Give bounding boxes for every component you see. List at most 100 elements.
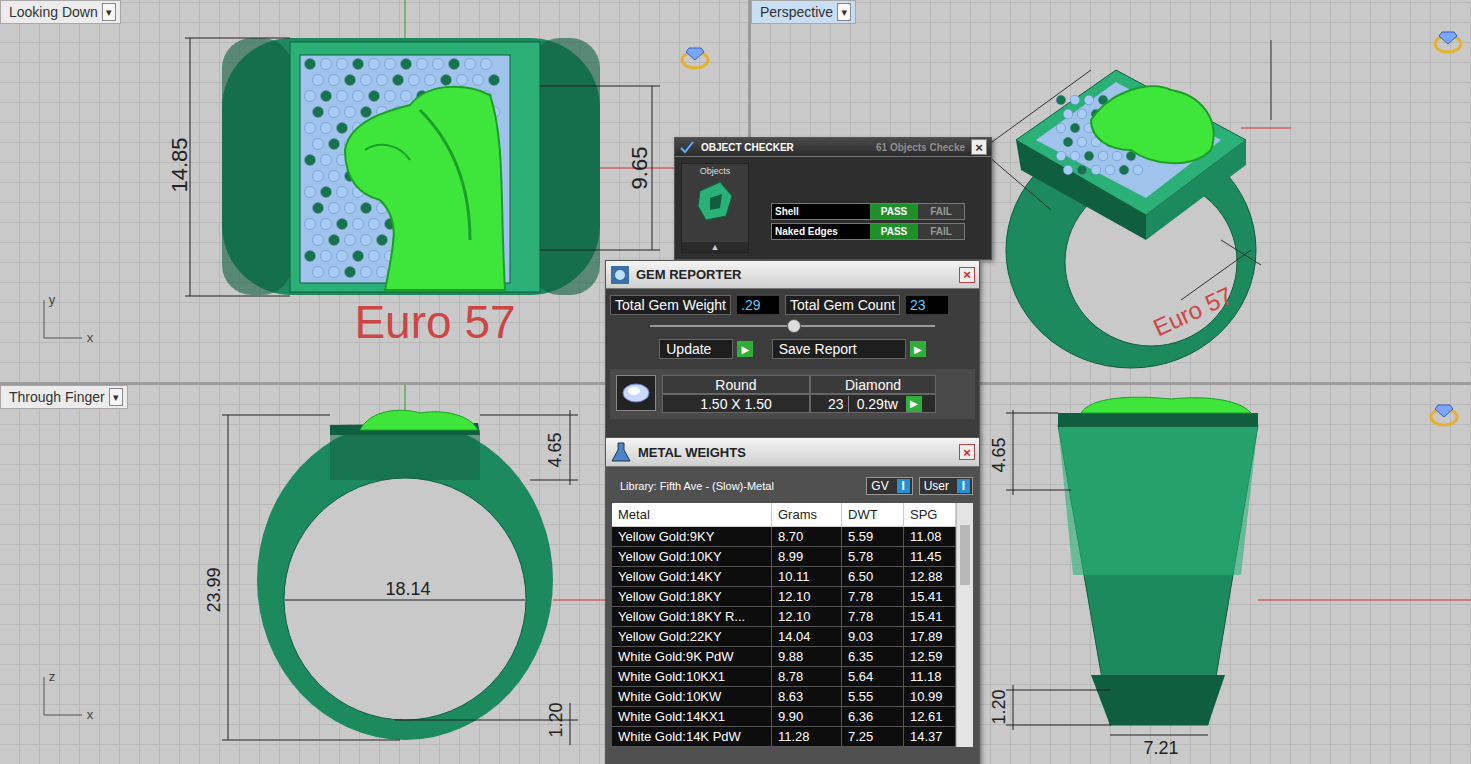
gem-shape: Round [662,375,810,394]
table-cell[interactable]: 6.35 [842,647,904,667]
total-weight-label: Total Gem Weight [610,295,731,315]
toggle-knob[interactable]: I [957,479,970,493]
dimension-label: 4.65 [990,437,1010,472]
table-cell[interactable]: 11.18 [904,667,956,687]
table-cell[interactable]: 7.25 [842,727,904,747]
column-header[interactable]: Metal [612,503,772,527]
close-button[interactable]: × [971,139,987,155]
table-cell[interactable]: White Gold:10KX1 [612,667,772,687]
table-cell[interactable]: Yellow Gold:10KY [612,547,772,567]
table-cell[interactable]: White Gold:14KX1 [612,707,772,727]
table-cell[interactable]: 15.41 [904,607,956,627]
table-cell[interactable]: White Gold:9K PdW [612,647,772,667]
table-cell[interactable]: 8.99 [772,547,842,567]
table-cell[interactable]: White Gold:14K PdW [612,727,772,747]
table-cell[interactable]: 14.04 [772,627,842,647]
toggle[interactable]: GVI [866,477,912,495]
objects-box[interactable]: Objects ▲ [681,163,749,253]
dropdown-arrow[interactable]: ▾ [102,3,116,21]
title-bar[interactable]: GEM REPORTER× [606,261,979,289]
column-header[interactable]: DWT [842,503,904,527]
table-cell[interactable]: Yellow Gold:14KY [612,567,772,587]
table-cell[interactable]: Yellow Gold:18KY [612,587,772,607]
table-cell[interactable]: Yellow Gold:9KY [612,527,772,547]
viewport-label[interactable]: Perspective▾ [751,0,856,24]
table-cell[interactable]: Yellow Gold:18KY R... [612,607,772,627]
save-report-button[interactable]: Save Report▶ [772,339,926,359]
fail-indicator: FAIL [918,204,964,219]
ring-view-icon[interactable] [1431,24,1465,58]
table-cell[interactable]: 12.61 [904,707,956,727]
panel-title: METAL WEIGHTS [638,445,953,460]
play-icon[interactable]: ▶ [737,341,753,357]
scroll-thumb[interactable] [960,525,970,585]
table-cell[interactable]: 11.45 [904,547,956,567]
metal-table: MetalGramsDWTSPGYellow Gold:9KY8.705.591… [612,503,973,747]
button-label: Save Report [772,339,906,359]
table-cell[interactable]: 10.99 [904,687,956,707]
update-button[interactable]: Update▶ [659,339,753,359]
axis-icon [42,675,86,719]
dimension-label: 23.99 [205,567,225,612]
table-cell[interactable]: 15.41 [904,587,956,607]
table-cell[interactable]: 5.59 [842,527,904,547]
dropdown-arrow[interactable]: ▾ [109,388,123,406]
close-button[interactable]: × [959,444,975,460]
pass-indicator: PASS [870,204,918,219]
table-cell[interactable]: 5.78 [842,547,904,567]
table-cell[interactable]: 7.78 [842,587,904,607]
table-cell[interactable]: 12.88 [904,567,956,587]
column-header[interactable]: Grams [772,503,842,527]
table-cell[interactable]: 9.88 [772,647,842,667]
table-cell[interactable]: 12.10 [772,587,842,607]
title-bar[interactable]: METAL WEIGHTS × [606,438,979,467]
table-cell[interactable]: White Gold:10KW [612,687,772,707]
table-cell[interactable]: 10.11 [772,567,842,587]
metal-weights-panel[interactable]: METAL WEIGHTS × Library: Fifth Ave - (Slow… [605,437,980,764]
dimension-label: 4.65 [546,432,566,467]
table-cell[interactable]: 8.70 [772,527,842,547]
table-cell[interactable]: 7.78 [842,607,904,627]
table-cell[interactable]: Yellow Gold:22KY [612,627,772,647]
slider-knob[interactable] [787,319,801,333]
table-cell[interactable]: 17.89 [904,627,956,647]
column-header[interactable]: SPG [904,503,956,527]
title-bar[interactable]: OBJECT CHECKER61 Objects Checke× [675,138,991,157]
fail-indicator: FAIL [918,224,964,239]
table-cell[interactable]: 9.03 [842,627,904,647]
scrollbar[interactable] [956,503,973,747]
gem-reporter-panel[interactable]: GEM REPORTER×Total Gem Weight.29Total Ge… [605,260,980,438]
play-icon[interactable]: ▶ [906,396,922,412]
table-cell[interactable]: 5.64 [842,667,904,687]
ring-size-label: Euro 57 [354,297,515,348]
table-cell[interactable]: 8.78 [772,667,842,687]
table-cell[interactable]: 9.90 [772,707,842,727]
ring-view-icon[interactable] [678,40,712,74]
ring-view-icon[interactable] [1427,397,1461,431]
dropdown-arrow[interactable]: ▾ [837,3,851,21]
table-cell[interactable]: 6.36 [842,707,904,727]
dimension-label: 9.65 [628,147,652,190]
viewport-label[interactable]: Through Finger▾ [0,385,128,409]
library-label: Library: Fifth Ave - (Slow)-Metal [620,480,774,492]
toggle-knob[interactable]: I [897,479,910,493]
table-cell[interactable]: 11.08 [904,527,956,547]
table-cell[interactable]: 5.55 [842,687,904,707]
play-icon[interactable]: ▶ [910,341,926,357]
object-checker-panel[interactable]: OBJECT CHECKER61 Objects Checke× Objects ▲… [674,137,992,260]
gem-size: 1.50 X 1.50 [662,394,810,413]
close-button[interactable]: × [959,267,975,283]
toggle[interactable]: UserI [919,477,973,495]
table-cell[interactable]: 12.59 [904,647,956,667]
size-slider[interactable] [650,319,935,333]
expand-button[interactable]: ▲ [682,242,748,252]
table-cell[interactable]: 8.63 [772,687,842,707]
gem-row[interactable]: RoundDiamond1.50 X 1.50230.29tw▶ [610,369,975,419]
table-cell[interactable]: 11.28 [772,727,842,747]
check-row: Naked EdgesPASSFAIL [771,223,965,240]
table-cell[interactable]: 14.37 [904,727,956,747]
objects-label: Objects [700,166,731,176]
table-cell[interactable]: 12.10 [772,607,842,627]
viewport-label[interactable]: Looking Down▾ [0,0,121,24]
table-cell[interactable]: 6.50 [842,567,904,587]
